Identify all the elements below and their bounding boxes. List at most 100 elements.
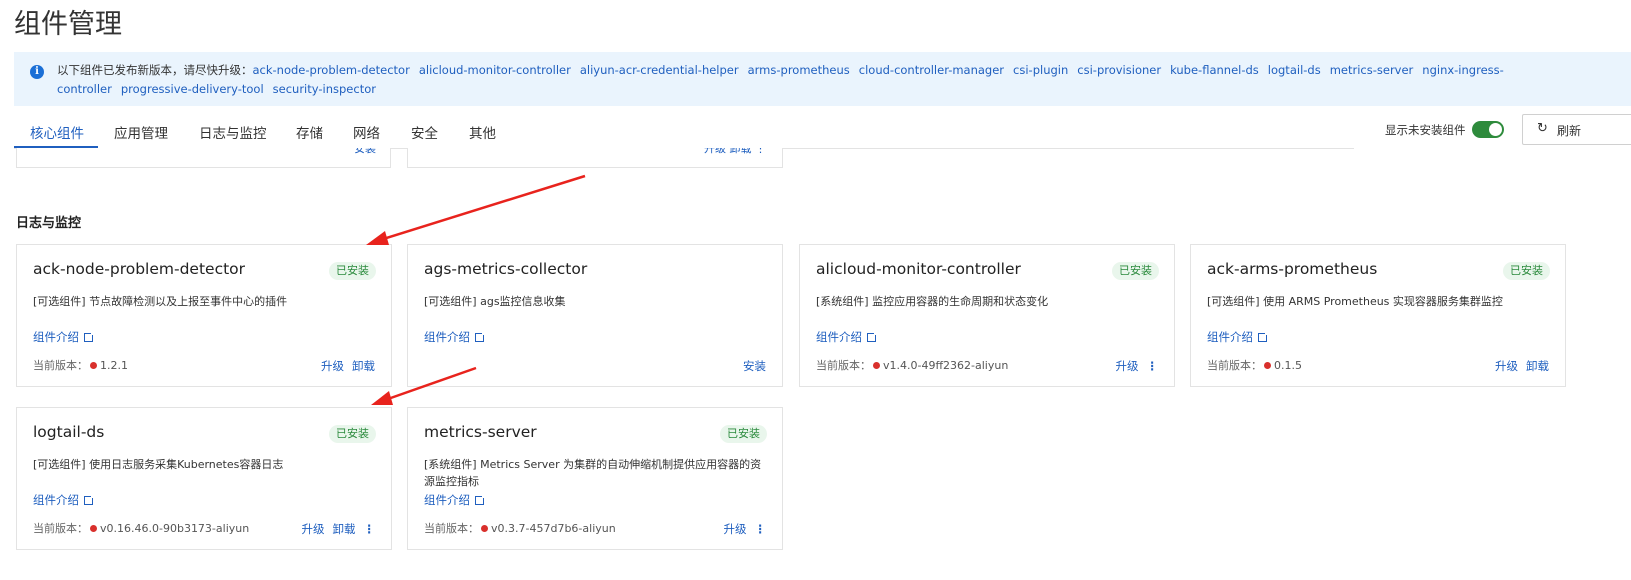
component-card: ack-arms-prometheus 已安装 [可选组件] 使用 ARMS Pro… — [1190, 244, 1566, 387]
info-icon: i — [30, 65, 44, 79]
version-prefix: 当前版本： — [1207, 359, 1262, 372]
notice-component-link[interactable]: progressive-delivery-tool — [121, 82, 264, 96]
component-desc-text: 使用 ARMS Prometheus 实现容器服务集群监控 — [1263, 295, 1503, 308]
external-link-icon — [475, 331, 486, 342]
component-tag: [可选组件] — [33, 458, 86, 471]
tab-security[interactable]: 安全 — [411, 122, 438, 142]
installed-badge: 已安装 — [329, 262, 376, 280]
component-desc-text: 使用日志服务采集Kubernetes容器日志 — [89, 458, 284, 471]
current-version: 当前版本： v0.3.7-457d7b6-aliyun — [424, 520, 616, 536]
upgrade-button[interactable]: 升级 — [302, 522, 325, 536]
notice-component-link[interactable]: ack-node-problem-detector — [253, 63, 410, 77]
component-card: ack-node-problem-detector 已安装 [可选组件] 节点故障检… — [16, 244, 392, 387]
component-intro-link[interactable]: 组件介绍 — [424, 329, 486, 345]
uninstall-button[interactable]: 卸载 — [1526, 359, 1549, 373]
component-intro-link[interactable]: 组件介绍 — [1207, 329, 1269, 345]
notice-component-link[interactable]: arms-prometheus — [748, 63, 850, 77]
component-name: metrics-server — [424, 423, 537, 441]
refresh-label: 刷新 — [1557, 124, 1582, 138]
upgrade-notice: i 以下组件已发布新版本，请尽快升级：ack-node-problem-dete… — [14, 52, 1631, 106]
show-uninstalled-toggle[interactable] — [1472, 121, 1504, 138]
installed-badge: 已安装 — [1112, 262, 1159, 280]
refresh-icon: ↻ — [1537, 121, 1548, 136]
current-version: 当前版本： v1.4.0-49ff2362-aliyun — [816, 357, 1008, 373]
tab-network[interactable]: 网络 — [353, 122, 380, 142]
tab-other[interactable]: 其他 — [469, 122, 496, 142]
installed-badge: 已安装 — [720, 425, 767, 443]
uninstall-button[interactable]: 卸载 — [333, 522, 356, 536]
component-name: logtail-ds — [33, 423, 105, 441]
toggle-knob — [1489, 123, 1502, 136]
current-version: 当前版本： 1.2.1 — [33, 357, 128, 373]
component-description: [系统组件] Metrics Server 为集群的自动伸缩机制提供应用容器的资… — [424, 456, 769, 490]
version-value: 1.2.1 — [100, 359, 128, 372]
installed-badge: 已安装 — [1503, 262, 1550, 280]
upgrade-button[interactable]: 升级 — [724, 522, 747, 536]
status-dot-icon — [481, 525, 488, 532]
component-card: alicloud-monitor-controller 已安装 [系统组件] 监控应… — [799, 244, 1175, 387]
current-version: 当前版本： 0.1.5 — [1207, 357, 1302, 373]
notice-component-link[interactable]: kube-flannel-ds — [1170, 63, 1259, 77]
external-link-icon — [84, 494, 95, 505]
component-description: [可选组件] 节点故障检测以及上报至事件中心的插件 — [33, 293, 378, 310]
install-button[interactable]: 安装 — [743, 359, 766, 373]
notice-prefix: 以下组件已发布新版本，请尽快升级： — [57, 63, 253, 77]
status-dot-icon — [873, 362, 880, 369]
notice-component-link[interactable]: csi-provisioner — [1077, 63, 1161, 77]
current-version: 当前版本： v0.16.46.0-90b3173-aliyun — [33, 520, 249, 536]
notice-component-link[interactable]: alicloud-monitor-controller — [419, 63, 571, 77]
category-tabs: 核心组件 应用管理 日志与监控 存储 网络 安全 其他 — [14, 118, 1354, 149]
component-intro-link[interactable]: 组件介绍 — [424, 492, 486, 508]
component-intro-link[interactable]: 组件介绍 — [33, 492, 95, 508]
tab-core[interactable]: 核心组件 — [30, 122, 84, 142]
component-tag: [系统组件] — [424, 458, 477, 471]
component-name: ags-metrics-collector — [424, 260, 588, 278]
refresh-button[interactable]: ↻ 刷新 — [1522, 114, 1631, 145]
component-description: [可选组件] 使用 ARMS Prometheus 实现容器服务集群监控 — [1207, 293, 1552, 310]
component-description: [可选组件] 使用日志服务采集Kubernetes容器日志 — [33, 456, 378, 473]
tab-logging-monitoring[interactable]: 日志与监控 — [199, 122, 267, 142]
notice-component-link[interactable]: aliyun-acr-credential-helper — [580, 63, 739, 77]
version-value: v0.16.46.0-90b3173-aliyun — [100, 522, 250, 535]
component-card: logtail-ds 已安装 [可选组件] 使用日志服务采集Kubernetes容器… — [16, 407, 392, 550]
intro-label: 组件介绍 — [816, 330, 862, 344]
more-options-icon[interactable]: ⋮ — [1147, 359, 1159, 373]
component-card: ags-metrics-collector [可选组件] ags监控信息收集 组件介… — [407, 244, 783, 387]
card-actions: 升级 卸载 — [1487, 358, 1549, 374]
tab-app-management[interactable]: 应用管理 — [114, 122, 168, 142]
intro-label: 组件介绍 — [1207, 330, 1253, 344]
version-prefix: 当前版本： — [424, 522, 479, 535]
component-desc-text: 监控应用容器的生命周期和状态变化 — [872, 295, 1049, 308]
version-prefix: 当前版本： — [33, 359, 88, 372]
component-name: alicloud-monitor-controller — [816, 260, 1021, 278]
section-title: 日志与监控 — [16, 216, 82, 231]
scrolled-card-stub: 升级 卸载 ⋮ — [407, 148, 783, 168]
component-card: metrics-server 已安装 [系统组件] Metrics Server 为… — [407, 407, 783, 550]
tab-storage[interactable]: 存储 — [296, 122, 323, 142]
stub-install-link[interactable]: 安装 — [354, 148, 376, 156]
more-options-icon[interactable]: ⋮ — [755, 522, 767, 536]
notice-component-link[interactable]: csi-plugin — [1013, 63, 1068, 77]
component-name: ack-arms-prometheus — [1207, 260, 1378, 278]
upgrade-button[interactable]: 升级 — [1495, 359, 1518, 373]
notice-component-link[interactable]: cloud-controller-manager — [859, 63, 1004, 77]
intro-label: 组件介绍 — [424, 330, 470, 344]
component-tag: [可选组件] — [424, 295, 477, 308]
upgrade-button[interactable]: 升级 — [1116, 359, 1139, 373]
component-intro-link[interactable]: 组件介绍 — [33, 329, 95, 345]
notice-component-link[interactable]: logtail-ds — [1268, 63, 1321, 77]
intro-label: 组件介绍 — [33, 493, 79, 507]
card-actions: 安装 — [735, 358, 766, 374]
notice-component-link[interactable]: metrics-server — [1330, 63, 1414, 77]
external-link-icon — [475, 494, 486, 505]
status-dot-icon — [1264, 362, 1271, 369]
component-desc-text: 节点故障检测以及上报至事件中心的插件 — [89, 295, 288, 308]
component-intro-link[interactable]: 组件介绍 — [816, 329, 878, 345]
notice-component-link[interactable]: security-inspector — [273, 82, 376, 96]
uninstall-button[interactable]: 卸载 — [352, 359, 375, 373]
component-name: ack-node-problem-detector — [33, 260, 246, 278]
intro-label: 组件介绍 — [424, 493, 470, 507]
more-options-icon[interactable]: ⋮ — [364, 522, 376, 536]
stub-actions[interactable]: 升级 卸载 ⋮ — [704, 148, 766, 156]
upgrade-button[interactable]: 升级 — [321, 359, 344, 373]
